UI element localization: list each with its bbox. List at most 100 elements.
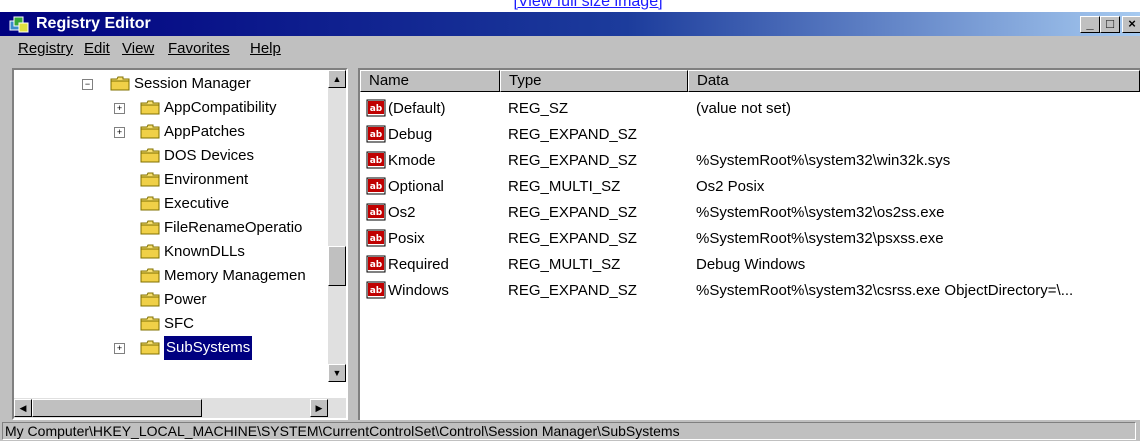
registry-editor-icon — [9, 16, 29, 33]
collapse-icon[interactable]: − — [82, 79, 93, 90]
minimize-button[interactable]: _ — [1080, 16, 1100, 33]
value-name: Os2 — [388, 204, 416, 221]
expand-icon[interactable]: + — [114, 127, 125, 138]
value-data: (value not set) — [696, 100, 792, 117]
column-header-name[interactable]: Name — [360, 70, 500, 92]
menu-bar: Registry Edit View Favorites Help — [0, 38, 1140, 60]
menu-view[interactable]: View — [122, 40, 154, 58]
value-data: %SystemRoot%\system32\os2ss.exe — [696, 204, 945, 221]
tree-item[interactable]: + AppCompatibility — [114, 96, 340, 120]
tree-item[interactable]: SFC — [140, 312, 340, 336]
folder-icon — [140, 100, 160, 115]
menu-registry[interactable]: Registry — [18, 40, 73, 58]
tree-item[interactable]: KnownDLLs — [140, 240, 340, 264]
value-row[interactable]: ab Posix REG_EXPAND_SZ %SystemRoot%\system3… — [360, 226, 1140, 251]
value-row[interactable]: ab Os2 REG_EXPAND_SZ %SystemRoot%\system32\… — [360, 200, 1140, 225]
tree-item[interactable]: Environment — [140, 168, 340, 192]
value-name: Optional — [388, 178, 444, 195]
view-full-size-link[interactable]: [View full size image] — [0, 0, 1140, 12]
value-name: Required — [388, 256, 449, 273]
tree-vertical-scrollbar[interactable]: ▲ ▼ — [328, 70, 346, 382]
values-list-pane[interactable]: Name Type Data ab (Default) REG_SZ (value n… — [358, 68, 1140, 420]
tree-item-label: DOS Devices — [164, 147, 255, 164]
scroll-down-button[interactable]: ▼ — [328, 364, 346, 382]
menu-registry-label[interactable]: Registry — [18, 40, 73, 57]
svg-text:ab: ab — [370, 182, 383, 192]
view-full-size-link-text[interactable]: [View full size image] — [513, 0, 662, 10]
value-type: REG_SZ — [508, 100, 569, 117]
registry-editor-window: Registry Editor _ □ × Registry Edit View… — [0, 12, 1140, 441]
tree-item-label: Session Manager — [134, 75, 251, 92]
value-row[interactable]: ab Debug REG_EXPAND_SZ — [360, 122, 1140, 147]
tree-item[interactable]: Executive — [140, 192, 340, 216]
hscroll-thumb[interactable] — [32, 399, 202, 417]
value-name: Kmode — [388, 152, 436, 169]
window-title: Registry Editor — [36, 15, 151, 32]
menu-edit[interactable]: Edit — [84, 40, 110, 58]
value-type: REG_EXPAND_SZ — [508, 126, 637, 143]
tree-item-label: Environment — [164, 171, 249, 188]
svg-text:ab: ab — [370, 260, 383, 270]
tree-item[interactable]: DOS Devices — [140, 144, 340, 168]
title-bar[interactable]: Registry Editor _ □ × — [0, 12, 1140, 36]
menu-help[interactable]: Help — [250, 40, 281, 58]
tree-item-label: AppCompatibility — [164, 99, 277, 116]
tree-item[interactable]: + SubSystems — [114, 336, 340, 360]
folder-icon — [140, 292, 160, 307]
menu-favorites[interactable]: Favorites — [168, 40, 230, 58]
tree-item-label: Memory Managemen — [164, 267, 306, 284]
value-data: Debug Windows — [696, 256, 806, 273]
maximize-button[interactable]: □ — [1100, 16, 1120, 33]
menu-view-label[interactable]: View — [122, 40, 154, 57]
value-type: REG_EXPAND_SZ — [508, 204, 637, 221]
scroll-up-button[interactable]: ▲ — [328, 70, 346, 88]
value-row[interactable]: ab Optional REG_MULTI_SZ Os2 Posix — [360, 174, 1140, 199]
tree-item[interactable]: FileRenameOperatio — [140, 216, 340, 240]
folder-icon — [140, 148, 160, 163]
scroll-left-button[interactable]: ◀ — [14, 399, 32, 417]
string-value-icon: ab — [366, 99, 386, 117]
tree-item-label: SubSystems — [164, 336, 253, 360]
value-name: Debug — [388, 126, 433, 143]
string-value-icon: ab — [366, 229, 386, 247]
value-data: %SystemRoot%\system32\csrss.exe ObjectDi… — [696, 282, 1074, 299]
column-header-type[interactable]: Type — [500, 70, 688, 92]
tree-item[interactable]: Power — [140, 288, 340, 312]
expand-icon[interactable]: + — [114, 343, 125, 354]
svg-text:ab: ab — [370, 286, 383, 296]
string-value-icon: ab — [366, 151, 386, 169]
expand-icon[interactable]: + — [114, 103, 125, 114]
key-tree-pane[interactable]: − Session Manager + AppCompatibility + App… — [12, 68, 348, 420]
folder-icon — [140, 220, 160, 235]
menu-favorites-label[interactable]: Favorites — [168, 40, 230, 57]
close-button[interactable]: × — [1122, 16, 1140, 33]
string-value-icon: ab — [366, 203, 386, 221]
tree-item[interactable]: + AppPatches — [114, 120, 340, 144]
value-row[interactable]: ab Required REG_MULTI_SZ Debug Windows — [360, 252, 1140, 277]
tree-horizontal-scrollbar[interactable]: ◀ ▶ — [14, 398, 346, 418]
folder-icon — [140, 244, 160, 259]
column-header-data[interactable]: Data — [688, 70, 1140, 92]
scroll-right-button[interactable]: ▶ — [310, 399, 328, 417]
tree-item[interactable]: Memory Managemen — [140, 264, 340, 288]
svg-text:ab: ab — [370, 208, 383, 218]
menu-help-label[interactable]: Help — [250, 40, 281, 57]
value-name: Posix — [388, 230, 425, 247]
tree-item[interactable]: − Session Manager — [82, 72, 310, 96]
folder-icon — [140, 268, 160, 283]
menu-edit-label[interactable]: Edit — [84, 40, 110, 57]
string-value-icon: ab — [366, 255, 386, 273]
tree-item-label: AppPatches — [164, 123, 245, 140]
value-row[interactable]: ab Kmode REG_EXPAND_SZ %SystemRoot%\system3… — [360, 148, 1140, 173]
string-value-icon: ab — [366, 125, 386, 143]
string-value-icon: ab — [366, 177, 386, 195]
value-row[interactable]: ab (Default) REG_SZ (value not set) — [360, 96, 1140, 121]
scroll-thumb[interactable] — [328, 246, 346, 286]
value-data: Os2 Posix — [696, 178, 765, 195]
svg-text:ab: ab — [370, 130, 383, 140]
value-row[interactable]: ab Windows REG_EXPAND_SZ %SystemRoot%\syste… — [360, 278, 1140, 303]
folder-icon — [110, 76, 130, 91]
folder-icon — [140, 124, 160, 139]
value-type: REG_MULTI_SZ — [508, 256, 621, 273]
value-type: REG_MULTI_SZ — [508, 178, 621, 195]
